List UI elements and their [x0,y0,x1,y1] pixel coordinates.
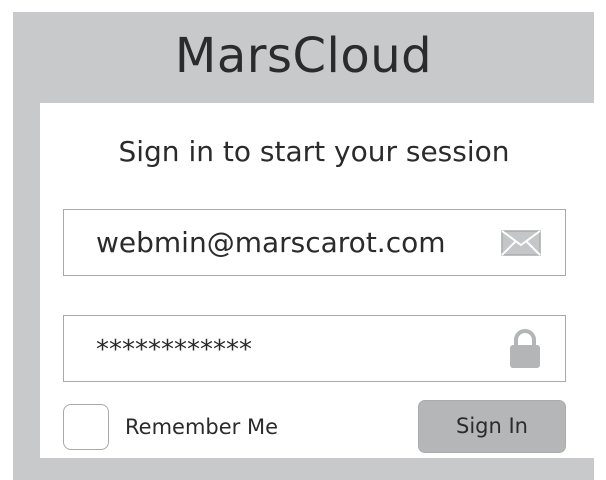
brand-title: MarsCloud [174,28,433,84]
remember-me-checkbox[interactable] [63,404,109,450]
email-field[interactable]: webmin@marscarot.com [63,209,566,276]
sign-in-button[interactable]: Sign In [418,400,566,453]
email-value[interactable]: webmin@marscarot.com [96,210,446,275]
password-field[interactable]: ************ [63,315,566,382]
envelope-icon [501,210,541,275]
lock-icon [509,316,541,381]
login-subtitle: Sign in to start your session [118,135,510,168]
login-frame: MarsCloud Sign in to start your session … [13,12,594,480]
remember-me-label: Remember Me [125,415,278,439]
remember-me[interactable]: Remember Me [63,403,278,451]
login-card: Sign in to start your session webmin@mar… [40,103,594,458]
password-value[interactable]: ************ [96,318,252,383]
